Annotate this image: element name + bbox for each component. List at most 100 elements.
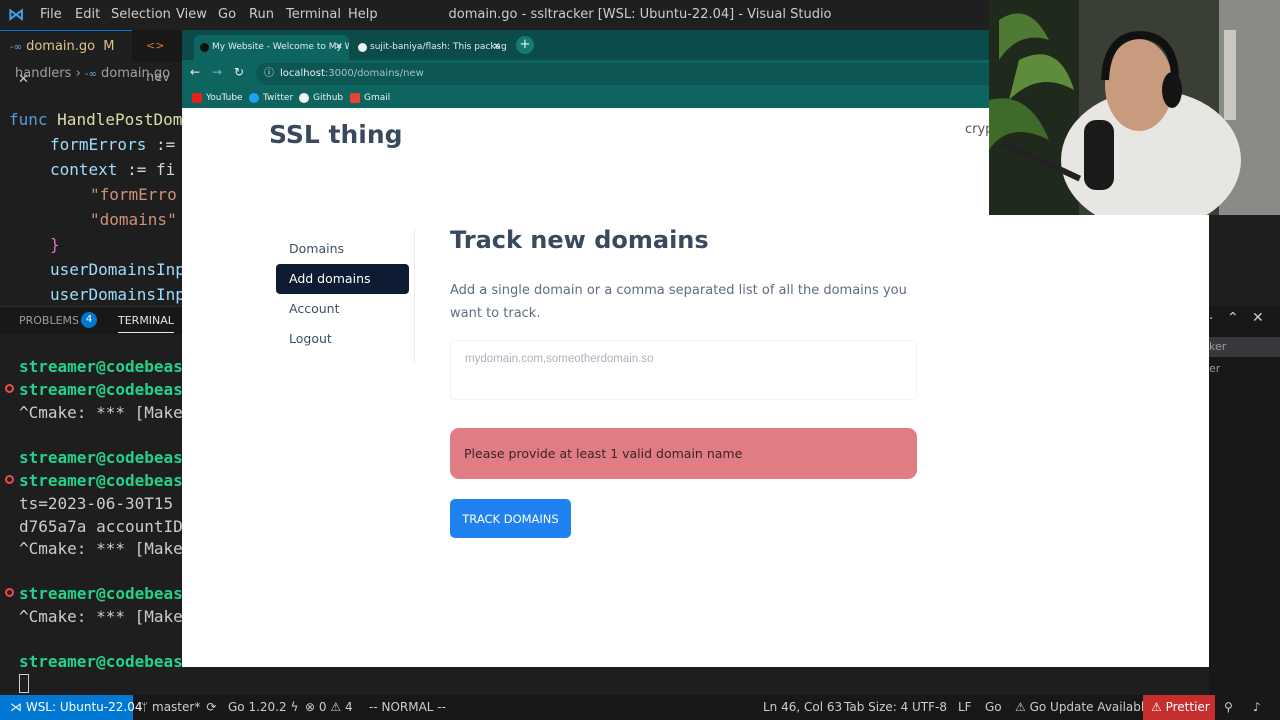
chevron-right-icon: › <box>75 66 85 81</box>
cursor-position[interactable]: Ln 46, Col 63 <box>763 695 842 720</box>
vim-mode: -- NORMAL -- <box>369 700 446 714</box>
terminal-line: streamer@codebeas <box>19 357 182 376</box>
domains-input[interactable] <box>450 340 917 400</box>
terminal-list-item[interactable]: ker <box>1209 337 1280 357</box>
git-branch-icon: ᛘ <box>141 700 153 714</box>
remote-indicator[interactable]: ⋊ WSL: Ubuntu-22.04 <box>0 695 142 720</box>
youtube-icon <box>192 92 202 103</box>
html-file-icon: <> <box>146 39 165 52</box>
error-marker-icon <box>5 588 14 597</box>
error-marker-icon <box>5 475 14 484</box>
twitter-icon <box>249 92 259 103</box>
git-branch[interactable]: ᛘ master* ⟳ <box>141 695 216 720</box>
bell-icon[interactable]: ♪ <box>1253 695 1261 720</box>
nav-add-domains[interactable]: Add domains <box>276 264 409 294</box>
code-line: "domains" <box>90 210 177 229</box>
end-of-line[interactable]: LF <box>958 695 972 720</box>
code-line: formErrors := <box>50 135 176 154</box>
nav-logout[interactable]: Logout <box>276 324 409 354</box>
remote-icon: ⋊ <box>10 700 26 714</box>
warning-icon: ⚠ <box>1015 700 1030 714</box>
breadcrumb-file[interactable]: domain.go <box>101 66 170 81</box>
bookmark-twitter[interactable]: Twitter <box>249 88 293 108</box>
terminal-line: ts=2023-06-30T15 <box>19 494 174 513</box>
menu-go[interactable]: Go <box>218 0 236 30</box>
nav-domains[interactable]: Domains <box>276 234 409 264</box>
site-favicon-icon <box>200 43 209 52</box>
terminal-line: ^Cmake: *** [Make <box>19 607 182 626</box>
encoding[interactable]: UTF-8 <box>912 695 947 720</box>
sync-icon: ⟳ <box>206 700 217 714</box>
bookmark-gmail[interactable]: Gmail <box>350 88 390 108</box>
close-tab-icon[interactable]: ✕ <box>335 35 343 60</box>
info-icon: ⓘ <box>264 68 274 79</box>
close-panel-icon[interactable]: ✕ <box>1252 310 1264 326</box>
forward-icon[interactable]: → <box>212 65 222 79</box>
menu-view[interactable]: View <box>176 0 207 30</box>
language-mode[interactable]: Go <box>985 695 1002 720</box>
tab-size[interactable]: Tab Size: 4 <box>844 695 908 720</box>
terminal-list-item[interactable]: er <box>1209 359 1280 379</box>
browser-tab[interactable]: sujit-baniya/flash: This package ✕ <box>352 35 507 60</box>
track-domains-button[interactable]: TRACK DOMAINS <box>450 499 571 538</box>
nav-account[interactable]: Account <box>276 294 409 324</box>
tab-problems[interactable]: PROBLEMS <box>19 314 79 327</box>
terminal-line: streamer@codebeas <box>19 471 182 490</box>
go-version[interactable]: Go 1.20.2 ϟ <box>228 695 298 720</box>
terminal-output[interactable]: streamer@codebeas streamer@codebeas ^Cma… <box>0 345 182 695</box>
tab-terminal[interactable]: TERMINAL <box>118 314 174 333</box>
warning-icon: ⚠ <box>330 700 342 714</box>
code-line: userDomainsInp <box>50 260 182 279</box>
code-editor[interactable]: func HandlePostDom formErrors := context… <box>0 106 182 306</box>
terminal-line: streamer@codebeas <box>19 380 182 399</box>
code-line: } <box>50 235 60 254</box>
new-tab-button[interactable]: + <box>516 36 534 54</box>
tab-domain-go[interactable]: -∞ domain.go M ✕ <box>0 30 132 87</box>
nav-divider <box>414 228 415 363</box>
tab-label: domain.go <box>26 39 96 54</box>
warning-icon: ⚠ <box>1151 700 1166 714</box>
gmail-icon <box>350 92 360 103</box>
menu-selection[interactable]: Selection <box>111 0 171 30</box>
browser-tab-active[interactable]: My Website - Welcome to My W ✕ <box>194 35 349 60</box>
feedback-icon[interactable]: ⚲ <box>1224 695 1233 720</box>
terminal-line: ^Cmake: *** [Make <box>19 403 182 422</box>
tab-new-file[interactable]: <> nev <box>136 30 182 85</box>
page-description: Add a single domain or a comma separated… <box>450 283 907 321</box>
lightning-icon: ϟ <box>286 700 299 714</box>
webcam-overlay <box>989 0 1280 215</box>
more-icon[interactable]: · <box>1209 312 1213 327</box>
status-bar: ⋊ WSL: Ubuntu-22.04 ᛘ master* ⟳ Go 1.20.2… <box>0 695 1280 720</box>
editor-tab-bar: -∞ domain.go M ✕ <> nev <box>0 30 182 87</box>
site-logo[interactable]: SSL thing <box>269 120 403 149</box>
prettier-status[interactable]: ⚠ Prettier <box>1143 695 1215 720</box>
url-host: localhost <box>280 68 325 79</box>
code-line: context := fi <box>50 160 176 179</box>
terminal-line: ^Cmake: *** [Make <box>19 539 182 558</box>
reload-icon[interactable]: ↻ <box>234 65 244 79</box>
breadcrumb-folder[interactable]: handlers <box>15 66 71 81</box>
url-path: :3000/domains/new <box>324 68 424 79</box>
terminal-line: d765a7a accountID <box>19 517 182 536</box>
close-tab-icon[interactable]: ✕ <box>493 35 501 60</box>
menu-file[interactable]: File <box>40 0 62 30</box>
code-line: func HandlePostDom <box>9 110 182 129</box>
problems-status[interactable]: ⊗ 0 ⚠ 4 <box>305 695 353 720</box>
bookmark-github[interactable]: Github <box>299 88 343 108</box>
menu-terminal[interactable]: Terminal <box>286 0 341 30</box>
back-icon[interactable]: ← <box>190 65 200 79</box>
go-update-status[interactable]: ⚠ Go Update Available <box>1015 695 1152 720</box>
menu-help[interactable]: Help <box>348 0 378 30</box>
menu-edit[interactable]: Edit <box>75 0 100 30</box>
bookmark-youtube[interactable]: YouTube <box>192 88 243 108</box>
menu-run[interactable]: Run <box>249 0 274 30</box>
terminal-line: streamer@codebeas <box>19 584 182 603</box>
page-title: Track new domains <box>450 226 709 254</box>
error-marker-icon <box>5 384 14 393</box>
maximize-panel-icon[interactable]: ⌃ <box>1227 310 1239 326</box>
error-icon: ⊗ <box>305 700 316 714</box>
terminal-line: streamer@codebeas <box>19 448 182 467</box>
github-icon <box>358 43 367 52</box>
go-file-icon: -∞ <box>84 69 97 80</box>
problems-count-badge: 4 <box>81 312 97 328</box>
